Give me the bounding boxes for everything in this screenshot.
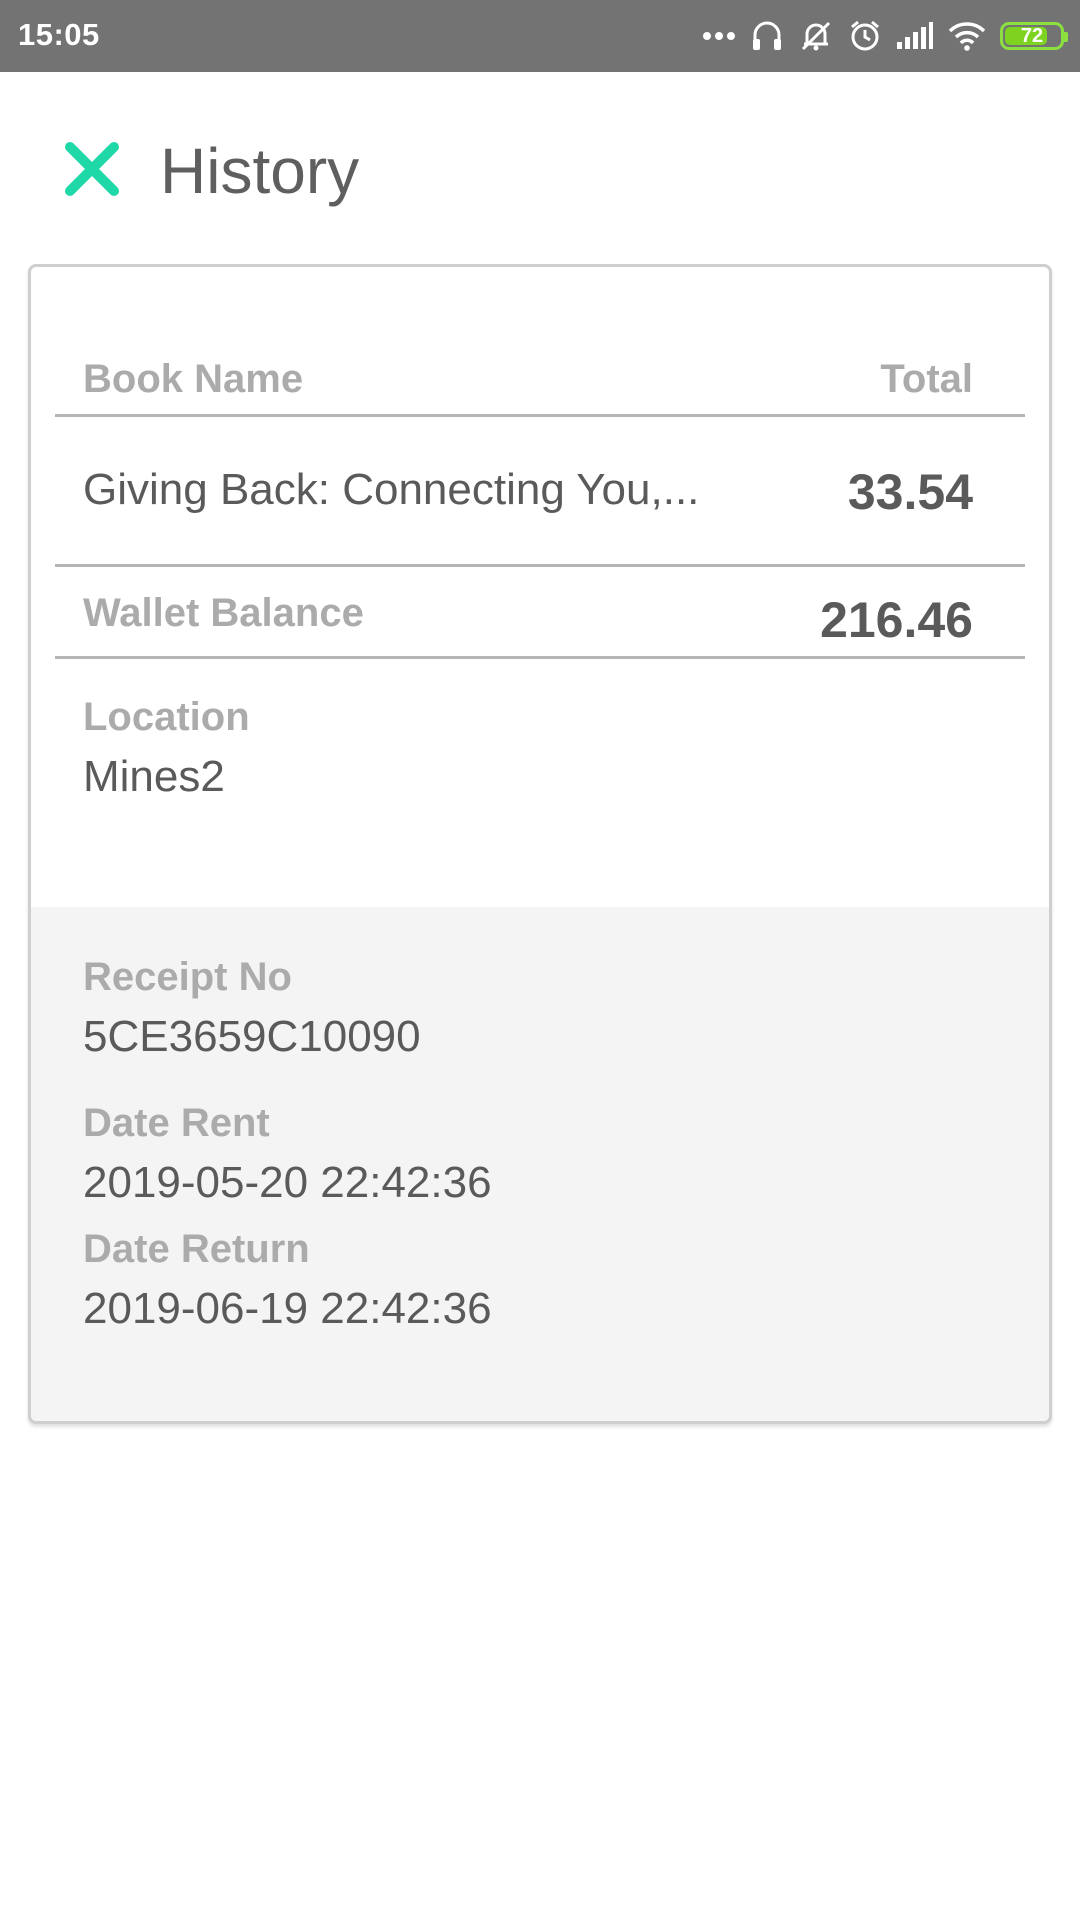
wallet-balance-row: Wallet Balance 216.46 — [55, 567, 1025, 659]
location-field: Location Mines2 — [83, 695, 250, 802]
location-value: Mines2 — [83, 752, 225, 801]
date-return-value: 2019-06-19 22:42:36 — [83, 1284, 492, 1333]
receipt-label: Receipt No — [83, 955, 292, 999]
book-name-header: Book Name — [83, 357, 304, 401]
date-rent-value: 2019-05-20 22:42:36 — [83, 1158, 492, 1207]
header: History — [0, 72, 1080, 262]
table-header: Book Name Total — [55, 349, 1025, 417]
status-icons: 72 — [702, 14, 1068, 58]
book-name-value: Giving Back: Connecting You,... — [83, 465, 700, 514]
wallet-balance-label: Wallet Balance — [83, 591, 364, 635]
date-return-label: Date Return — [83, 1227, 310, 1271]
date-return-field: Date Return 2019-06-19 22:42:36 — [83, 1227, 492, 1334]
bell-off-icon — [798, 18, 834, 54]
signal-icon — [896, 22, 934, 50]
table-row: Giving Back: Connecting You,... 33.54 — [55, 417, 1025, 567]
alarm-icon — [848, 19, 882, 53]
total-header: Total — [880, 357, 973, 401]
status-time: 15:05 — [18, 17, 100, 52]
history-card: Book Name Total Giving Back: Connecting … — [28, 264, 1052, 1424]
headset-icon — [750, 19, 784, 53]
location-label: Location — [83, 695, 250, 739]
more-dots-icon — [702, 31, 736, 41]
receipt-details: Receipt No 5CE3659C10090 Date Rent 2019-… — [31, 907, 1049, 1421]
close-button[interactable] — [60, 139, 124, 203]
page-title: History — [160, 135, 360, 207]
battery-icon: 72 — [1000, 22, 1068, 50]
date-rent-field: Date Rent 2019-05-20 22:42:36 — [83, 1101, 492, 1208]
close-icon — [64, 141, 120, 202]
battery-level: 72 — [1020, 25, 1044, 47]
date-rent-label: Date Rent — [83, 1101, 270, 1145]
total-value: 33.54 — [847, 464, 973, 520]
status-bar: 15:05 72 — [0, 0, 1080, 72]
receipt-value: 5CE3659C10090 — [83, 1012, 421, 1061]
wallet-balance-value: 216.46 — [820, 592, 973, 648]
wifi-icon — [948, 21, 986, 51]
receipt-field: Receipt No 5CE3659C10090 — [83, 955, 421, 1062]
